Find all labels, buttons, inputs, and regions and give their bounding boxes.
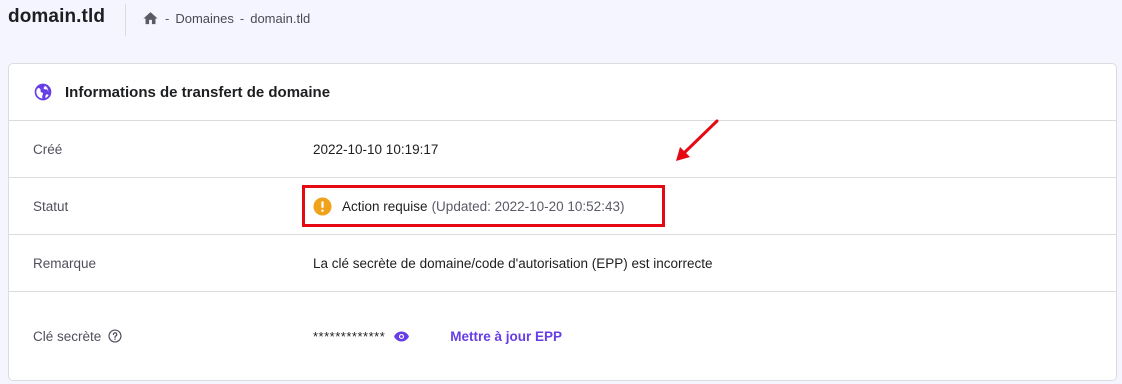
transfer-info-card: Informations de transfert de domaine Cré… — [8, 63, 1117, 381]
status-text: Action requise — [342, 198, 428, 214]
created-label: Créé — [33, 141, 63, 157]
status-updated: (Updated: 2022-10-20 10:52:43) — [431, 198, 625, 214]
breadcrumb-separator: - — [239, 11, 245, 26]
secret-key-value: ************* Mettre à jour EPP — [313, 328, 562, 345]
help-icon[interactable] — [108, 329, 122, 343]
header-divider — [125, 4, 126, 36]
secret-key-label-group: Clé secrète — [33, 329, 122, 344]
breadcrumb: - Domaines - domain.tld — [142, 10, 310, 27]
eye-icon[interactable] — [393, 328, 410, 345]
page-title: domain.tld — [8, 6, 106, 27]
secret-key-label: Clé secrète — [33, 328, 102, 344]
card-header: Informations de transfert de domaine — [9, 64, 1116, 121]
status-label: Statut — [33, 198, 69, 214]
breadcrumb-separator: - — [165, 11, 170, 26]
update-epp-link[interactable]: Mettre à jour EPP — [450, 329, 562, 344]
row-created: Créé 2022-10-10 10:19:17 — [9, 121, 1116, 178]
remark-label: Remarque — [33, 255, 97, 271]
warning-icon — [313, 196, 332, 216]
card-title: Informations de transfert de domaine — [65, 83, 331, 101]
created-value: 2022-10-10 10:19:17 — [313, 141, 439, 157]
globe-icon — [34, 83, 52, 101]
home-icon[interactable] — [142, 10, 159, 27]
breadcrumb-domaines[interactable]: Domaines — [175, 11, 234, 26]
remark-value: La clé secrète de domaine/code d'autoris… — [313, 255, 713, 271]
row-secret-key: Clé secrète ************* Mettre à jour … — [9, 292, 1116, 380]
status-value: Action requise (Updated: 2022-10-20 10:5… — [313, 196, 625, 216]
row-status: Statut Action requise (Updated: 2022-10-… — [9, 178, 1116, 235]
top-bar: domain.tld - Domaines - domain.tld — [0, 0, 1122, 44]
row-remark: Remarque La clé secrète de domaine/code … — [9, 235, 1116, 292]
annotation-arrow — [676, 119, 719, 161]
masked-secret-key: ************* — [313, 328, 386, 344]
breadcrumb-domain[interactable]: domain.tld — [250, 11, 310, 26]
